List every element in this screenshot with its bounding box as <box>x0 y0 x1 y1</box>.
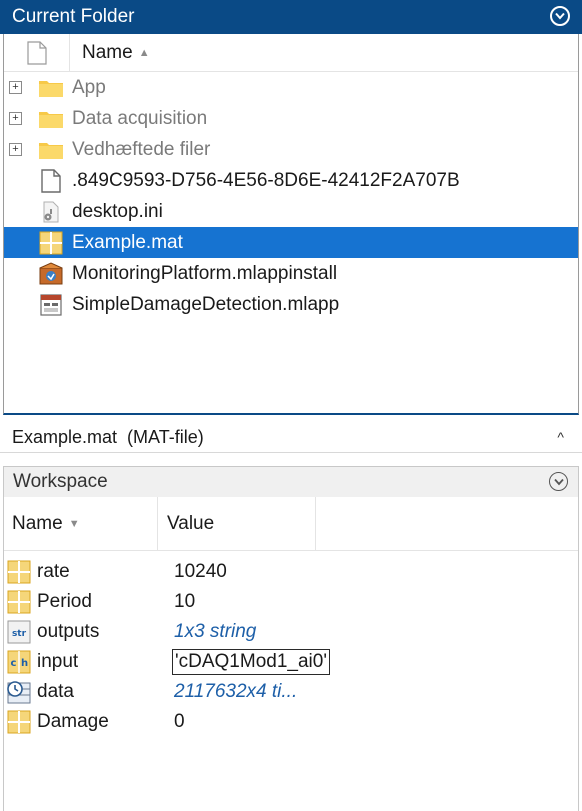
ini-file-icon <box>38 200 64 224</box>
workspace-header: Name ▼ Value <box>4 497 578 551</box>
variable-value: 2117632x4 ti... <box>174 681 298 702</box>
current-folder-header: Name ▲ <box>4 34 578 72</box>
blank-document-icon <box>38 168 64 193</box>
svg-text:str: str <box>12 629 27 639</box>
variable-list: rate 10240 Period 10 str outputs 1x3 str… <box>4 551 578 737</box>
variable-name: input <box>37 651 79 672</box>
file-row-folder-data-acquisition[interactable]: + Data acquisition <box>4 103 578 134</box>
sort-ascending-icon: ▲ <box>138 46 150 59</box>
variable-row-input[interactable]: ch input 'cDAQ1Mod1_ai0' <box>4 647 578 677</box>
expand-plus-icon[interactable]: + <box>9 143 22 156</box>
name-column-label: Name <box>12 512 63 534</box>
variable-value-editor[interactable]: 'cDAQ1Mod1_ai0' <box>172 649 330 675</box>
workspace-title: Workspace <box>13 471 108 492</box>
current-folder-titlebar: Current Folder <box>0 0 582 34</box>
value-column-label: Value <box>167 512 215 534</box>
char-icon: ch <box>6 650 32 674</box>
sort-descending-icon: ▼ <box>68 517 80 530</box>
document-icon <box>26 40 47 65</box>
string-icon: str <box>6 620 32 644</box>
variable-value: 1x3 string <box>174 621 257 642</box>
file-row-folder-vedhaeftede-filer[interactable]: + Vedhæftede filer <box>4 134 578 165</box>
variable-name: data <box>37 681 74 702</box>
workspace-panel: Name ▼ Value rate 10240 Period 10 str ou… <box>3 497 579 811</box>
variable-name: Damage <box>37 711 109 732</box>
file-list: + App + Data acquisition + Vedhæftede fi… <box>4 72 578 320</box>
mlappinstall-icon <box>38 261 64 286</box>
mat-file-icon <box>38 231 64 255</box>
file-row-desktop-ini[interactable]: desktop.ini <box>4 196 578 227</box>
expand-plus-icon[interactable]: + <box>9 112 22 125</box>
workspace-menu-button[interactable] <box>549 472 568 491</box>
folder-icon <box>38 138 64 162</box>
timetable-icon <box>6 680 32 704</box>
chevron-down-icon <box>553 478 564 485</box>
current-folder-menu-button[interactable] <box>550 6 570 26</box>
svg-text:c: c <box>11 658 17 669</box>
chevron-up-icon[interactable]: ^ <box>557 429 564 445</box>
matrix-icon <box>6 710 32 734</box>
file-name: Vedhæftede filer <box>72 138 211 160</box>
file-name: App <box>72 76 106 98</box>
file-row-mlapp[interactable]: SimpleDamageDetection.mlapp <box>4 289 578 320</box>
expand-plus-icon[interactable]: + <box>9 81 22 94</box>
file-name: SimpleDamageDetection.mlapp <box>72 293 340 315</box>
file-row-example-mat[interactable]: Example.mat <box>4 227 578 258</box>
variable-value: 10 <box>174 591 196 612</box>
file-details-text: Example.mat (MAT-file) <box>12 427 204 447</box>
variable-row-damage[interactable]: Damage 0 <box>4 707 578 737</box>
variable-value: 10240 <box>174 561 227 582</box>
file-name: .849C9593-D756-4E56-8D6E-42412F2A707B <box>72 169 460 191</box>
file-name: MonitoringPlatform.mlappinstall <box>72 262 338 284</box>
name-column-header[interactable]: Name ▼ <box>4 497 158 550</box>
file-row-folder-app[interactable]: + App <box>4 72 578 103</box>
folder-icon <box>38 107 64 131</box>
file-row-mlappinstall[interactable]: MonitoringPlatform.mlappinstall <box>4 258 578 289</box>
variable-name: outputs <box>37 621 100 642</box>
file-name: Example.mat <box>72 231 183 253</box>
current-folder-panel: Name ▲ + App + Data acquisition + Vedhæf… <box>3 34 579 415</box>
value-column-header[interactable]: Value <box>158 497 316 550</box>
file-name: Data acquisition <box>72 107 208 129</box>
variable-name: rate <box>37 561 70 582</box>
name-column-header[interactable]: Name ▲ <box>70 42 150 64</box>
name-column-label: Name <box>82 41 133 63</box>
file-details-bar[interactable]: Example.mat (MAT-file) ^ <box>0 423 582 453</box>
matrix-icon <box>6 560 32 584</box>
mlapp-icon <box>38 293 64 317</box>
variable-row-outputs[interactable]: str outputs 1x3 string <box>4 617 578 647</box>
matrix-icon <box>6 590 32 614</box>
file-name: desktop.ini <box>72 200 163 222</box>
chevron-down-icon <box>555 12 565 20</box>
folder-icon <box>38 76 64 100</box>
variable-name: Period <box>37 591 92 612</box>
workspace-titlebar: Workspace <box>3 466 579 497</box>
variable-row-rate[interactable]: rate 10240 <box>4 557 578 587</box>
variable-row-data[interactable]: data 2117632x4 ti... <box>4 677 578 707</box>
current-folder-title: Current Folder <box>12 6 135 27</box>
variable-value: 0 <box>174 711 185 732</box>
svg-text:h: h <box>21 658 28 669</box>
variable-row-period[interactable]: Period 10 <box>4 587 578 617</box>
type-column-header[interactable] <box>4 34 70 71</box>
file-row-guid-file[interactable]: .849C9593-D756-4E56-8D6E-42412F2A707B <box>4 165 578 196</box>
